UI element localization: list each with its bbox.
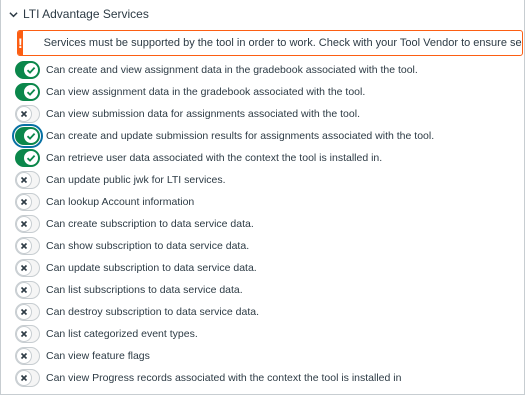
service-row: Can create and update submission results… — [12, 124, 435, 148]
warning-alert: ! Services must be supported by the tool… — [17, 30, 523, 56]
x-icon — [16, 304, 32, 320]
service-label: Can create and update submission results… — [46, 130, 435, 142]
x-icon — [16, 106, 32, 122]
service-toggle[interactable] — [15, 347, 40, 365]
service-row: Can lookup Account information — [15, 192, 194, 212]
alert-message: Services must be supported by the tool i… — [43, 37, 522, 49]
service-toggle[interactable] — [15, 369, 40, 387]
service-row: Can view submission data for assignments… — [15, 104, 360, 124]
section-toggle[interactable]: LTI Advantage Services — [9, 5, 149, 23]
service-toggle[interactable] — [15, 237, 40, 255]
x-icon — [16, 282, 32, 298]
x-icon — [16, 216, 32, 232]
service-toggle[interactable] — [15, 193, 40, 211]
service-toggle[interactable] — [15, 171, 40, 189]
section-title: LTI Advantage Services — [23, 7, 149, 21]
service-label: Can list subscriptions to data service d… — [46, 284, 243, 296]
service-row: Can list subscriptions to data service d… — [15, 280, 243, 300]
x-icon — [16, 348, 32, 364]
service-label: Can view Progress records associated wit… — [46, 372, 402, 384]
x-icon — [16, 326, 32, 342]
x-icon — [16, 260, 32, 276]
service-label: Can view assignment data in the gradeboo… — [46, 86, 366, 98]
service-label: Can destroy subscription to data service… — [46, 306, 260, 318]
service-toggle[interactable] — [15, 281, 40, 299]
service-label: Can view feature flags — [46, 350, 150, 362]
service-toggle[interactable] — [15, 149, 40, 167]
service-label: Can lookup Account information — [46, 196, 195, 208]
checkmark-icon — [23, 150, 39, 166]
service-label: Can update subscription to data service … — [46, 262, 257, 274]
service-row: Can show subscription to data service da… — [15, 236, 249, 256]
checkmark-icon — [23, 84, 39, 100]
service-label: Can update public jwk for LTI services. — [46, 174, 226, 186]
service-toggle[interactable] — [15, 325, 40, 343]
service-label: Can view submission data for assignments… — [46, 108, 360, 120]
service-row: Can view assignment data in the gradeboo… — [15, 82, 365, 102]
service-row: Can list categorized event types. — [15, 324, 198, 344]
service-row: Can view Progress records associated wit… — [15, 368, 401, 388]
service-row: Can update public jwk for LTI services. — [15, 170, 226, 190]
service-toggle[interactable] — [15, 303, 40, 321]
checkmark-icon — [23, 62, 39, 78]
lti-services-panel: LTI Advantage Services ! Services must b… — [0, 0, 525, 395]
service-row: Can create subscription to data service … — [15, 214, 254, 234]
service-row: Can create and view assignment data in t… — [15, 60, 418, 80]
service-label: Can list categorized event types. — [46, 328, 198, 340]
service-row: Can retrieve user data associated with t… — [15, 148, 382, 168]
service-toggle[interactable] — [12, 124, 43, 148]
service-toggle[interactable] — [15, 61, 40, 79]
service-toggle[interactable] — [15, 259, 40, 277]
x-icon — [16, 238, 32, 254]
x-icon — [16, 194, 32, 210]
service-toggle[interactable] — [15, 105, 40, 123]
service-label: Can create subscription to data service … — [46, 218, 254, 230]
service-label: Can show subscription to data service da… — [46, 240, 250, 252]
service-row: Can destroy subscription to data service… — [15, 302, 259, 322]
checkmark-icon — [23, 128, 39, 144]
service-toggle[interactable] — [15, 83, 40, 101]
service-row: Can update subscription to data service … — [15, 258, 257, 278]
service-label: Can create and view assignment data in t… — [46, 64, 418, 76]
service-label: Can retrieve user data associated with t… — [46, 152, 383, 164]
x-icon — [16, 172, 32, 188]
service-toggle[interactable] — [15, 215, 40, 233]
chevron-down-icon — [9, 11, 18, 17]
service-row: Can view feature flags — [15, 346, 150, 366]
x-icon — [16, 370, 32, 386]
